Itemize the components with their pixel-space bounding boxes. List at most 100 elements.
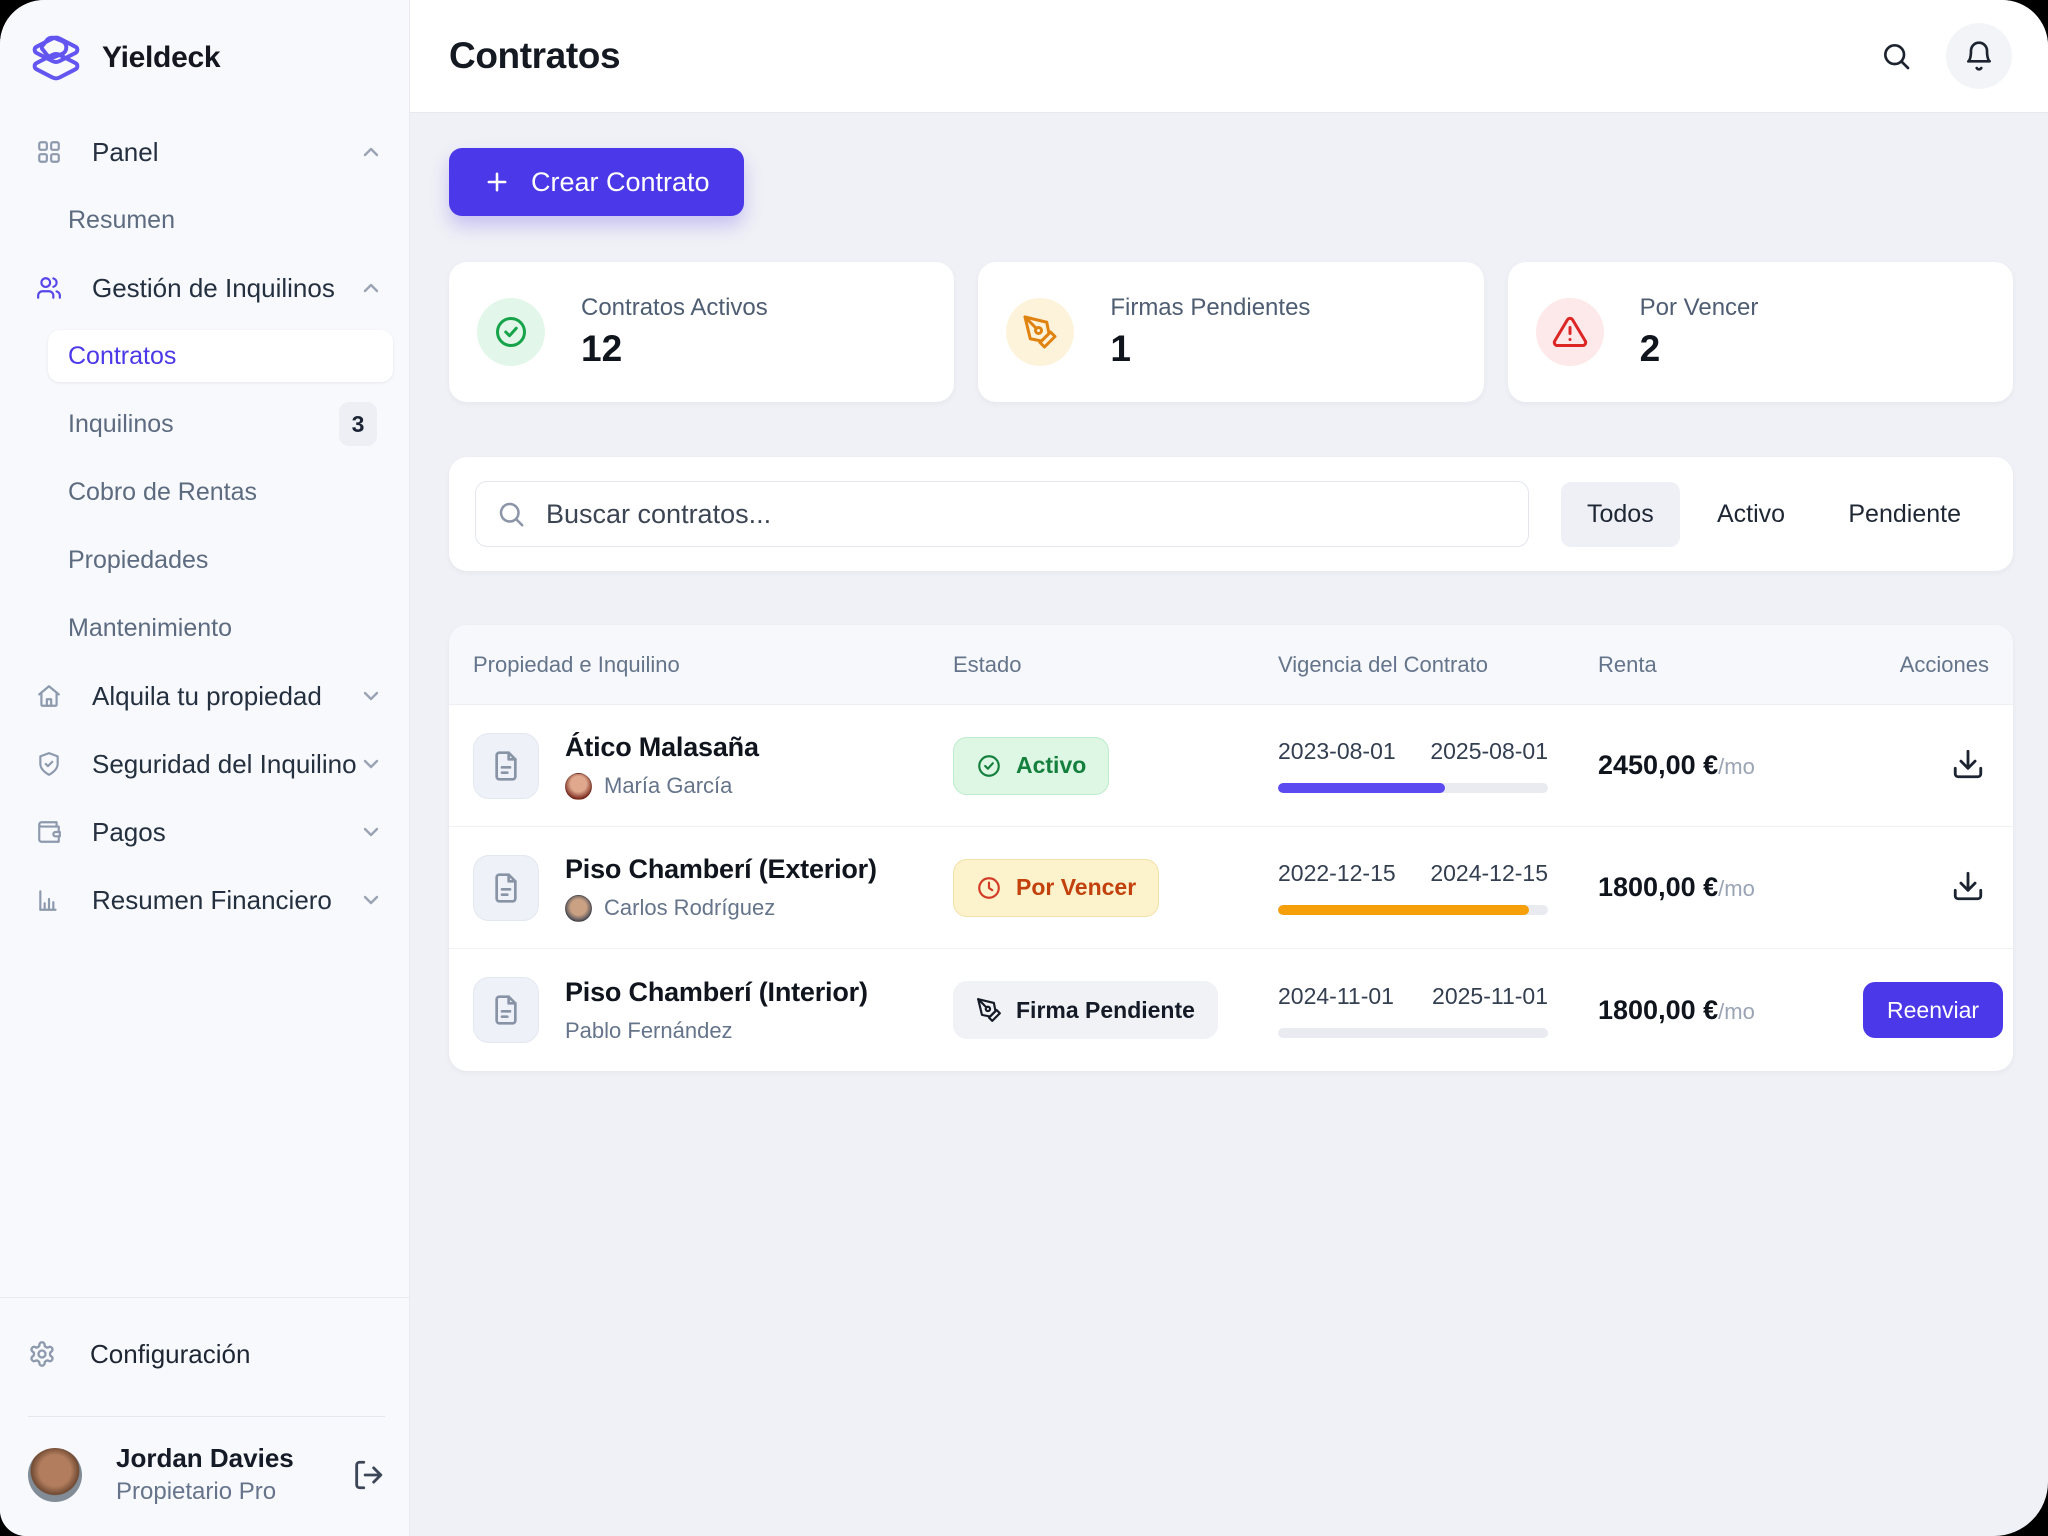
- column-header: Estado: [953, 652, 1278, 678]
- property-name: Ático Malasaña: [565, 732, 759, 763]
- tenant-name: Carlos Rodríguez: [604, 895, 775, 921]
- app-name: Yieldeck: [102, 41, 220, 75]
- status-badge-activo: Activo: [953, 737, 1109, 795]
- home-icon: [36, 683, 62, 709]
- chevron-up-icon: [359, 140, 383, 164]
- app-window: Yieldeck Panel Resumen Gestión de Inquil…: [0, 0, 2048, 1536]
- yieldeck-logo-icon: [28, 30, 84, 86]
- sidebar-item-label: Inquilinos: [68, 410, 339, 439]
- user-profile[interactable]: Jordan Davies Propietario Pro: [28, 1443, 385, 1506]
- contract-progress-bar: [1278, 1028, 1548, 1038]
- page-title: Contratos: [449, 35, 1874, 77]
- tenant-avatar: [565, 773, 592, 800]
- stat-label: Contratos Activos: [581, 294, 768, 322]
- sidebar-item-label: Resumen: [68, 206, 377, 235]
- table-header: Propiedad e Inquilino Estado Vigencia de…: [449, 625, 2013, 705]
- sidebar-item-label: Seguridad del Inquilino: [92, 749, 359, 780]
- logo: Yieldeck: [0, 0, 409, 86]
- wallet-icon: [36, 819, 62, 845]
- check-circle-icon: [976, 753, 1002, 779]
- status-badge-firma-pendiente: Firma Pendiente: [953, 981, 1218, 1039]
- bell-icon: [1963, 40, 1995, 72]
- search-input[interactable]: [544, 498, 1508, 531]
- sidebar-nav: Panel Resumen Gestión de Inquilinos Cont…: [0, 126, 409, 926]
- user-meta: Jordan Davies Propietario Pro: [116, 1443, 351, 1506]
- sidebar-item-seguridad-del-inquilino[interactable]: Seguridad del Inquilino: [0, 738, 409, 790]
- sidebar-item-alquila-tu-propiedad[interactable]: Alquila tu propiedad: [0, 670, 409, 722]
- sidebar-item-gestion-de-inquilinos[interactable]: Gestión de Inquilinos: [0, 262, 409, 314]
- notifications-button[interactable]: [1946, 23, 2012, 89]
- search-icon: [496, 499, 526, 529]
- chevron-down-icon: [359, 684, 383, 708]
- rent-amount: 1800,00 €/mo: [1598, 995, 1863, 1026]
- sidebar-item-resumen[interactable]: Resumen: [0, 194, 409, 246]
- grid-icon: [36, 139, 62, 165]
- sidebar-item-pagos[interactable]: Pagos: [0, 806, 409, 858]
- logout-icon[interactable]: [351, 1458, 385, 1492]
- table-row: Ático Malasaña María García Activo: [449, 705, 2013, 827]
- sidebar-item-label: Alquila tu propiedad: [92, 681, 359, 712]
- tenant-name: Pablo Fernández: [565, 1018, 733, 1044]
- contract-start-date: 2022-12-15: [1278, 860, 1396, 887]
- search-icon[interactable]: [1874, 34, 1918, 78]
- check-circle-icon: [477, 298, 545, 366]
- property-name: Piso Chamberí (Exterior): [565, 854, 877, 885]
- divider: [28, 1416, 385, 1417]
- sidebar-item-resumen-financiero[interactable]: Resumen Financiero: [0, 874, 409, 926]
- search-filter-bar: Todos Activo Pendiente: [449, 457, 2013, 571]
- alert-triangle-icon: [1536, 298, 1604, 366]
- sidebar-item-configuracion[interactable]: Configuración: [28, 1326, 385, 1382]
- sidebar-item-propiedades[interactable]: Propiedades: [0, 534, 409, 586]
- filter-tabs: Todos Activo Pendiente: [1561, 482, 1987, 547]
- create-contract-button[interactable]: Crear Contrato: [449, 148, 744, 216]
- stat-value: 12: [581, 328, 768, 370]
- table-row: Piso Chamberí (Exterior) Carlos Rodrígue…: [449, 827, 2013, 949]
- contract-progress-bar: [1278, 783, 1548, 793]
- pen-nib-icon: [1006, 298, 1074, 366]
- pen-nib-icon: [976, 997, 1002, 1023]
- download-icon[interactable]: [1951, 869, 1989, 907]
- users-icon: [36, 275, 62, 301]
- sidebar: Yieldeck Panel Resumen Gestión de Inquil…: [0, 0, 410, 1536]
- column-header: Vigencia del Contrato: [1278, 652, 1598, 678]
- column-header: Renta: [1598, 652, 1863, 678]
- document-icon: [473, 977, 539, 1043]
- sidebar-item-label: Resumen Financiero: [92, 885, 359, 916]
- stat-card-por-vencer: Por Vencer 2: [1508, 262, 2013, 402]
- rent-amount: 2450,00 €/mo: [1598, 750, 1863, 781]
- gear-icon: [28, 1340, 56, 1368]
- user-role: Propietario Pro: [116, 1478, 351, 1506]
- sidebar-item-panel[interactable]: Panel: [0, 126, 409, 178]
- tenant-avatar: [565, 895, 592, 922]
- sidebar-item-label: Gestión de Inquilinos: [92, 273, 359, 304]
- tenant-name: María García: [604, 773, 732, 799]
- download-icon[interactable]: [1951, 747, 1989, 785]
- contract-progress-bar: [1278, 905, 1548, 915]
- filter-tab-todos[interactable]: Todos: [1561, 482, 1680, 547]
- shield-check-icon: [36, 751, 62, 777]
- sidebar-item-label: Cobro de Rentas: [68, 478, 377, 507]
- chevron-up-icon: [359, 276, 383, 300]
- stat-label: Por Vencer: [1640, 294, 1759, 322]
- sidebar-item-inquilinos[interactable]: Inquilinos 3: [0, 398, 409, 450]
- document-icon: [473, 733, 539, 799]
- sidebar-item-contratos[interactable]: Contratos: [48, 330, 393, 382]
- contract-start-date: 2024-11-01: [1278, 983, 1394, 1010]
- resend-button[interactable]: Reenviar: [1863, 982, 2003, 1038]
- chevron-down-icon: [359, 820, 383, 844]
- filter-tab-activo[interactable]: Activo: [1691, 482, 1811, 547]
- sidebar-item-mantenimiento[interactable]: Mantenimiento: [0, 602, 409, 654]
- user-name: Jordan Davies: [116, 1443, 351, 1474]
- content: Crear Contrato Contratos Activos 12: [410, 113, 2048, 1071]
- search-box[interactable]: [475, 481, 1529, 547]
- filter-tab-pendiente[interactable]: Pendiente: [1822, 482, 1987, 547]
- status-badge-por-vencer: Por Vencer: [953, 859, 1159, 917]
- table-row: Piso Chamberí (Interior) Pablo Fernández…: [449, 949, 2013, 1071]
- contract-end-date: 2024-12-15: [1430, 860, 1548, 887]
- create-contract-label: Crear Contrato: [531, 167, 710, 198]
- clock-icon: [976, 875, 1002, 901]
- sidebar-item-cobro-de-rentas[interactable]: Cobro de Rentas: [0, 466, 409, 518]
- sidebar-item-label: Pagos: [92, 817, 359, 848]
- chevron-down-icon: [359, 752, 383, 776]
- stat-value: 1: [1110, 328, 1310, 370]
